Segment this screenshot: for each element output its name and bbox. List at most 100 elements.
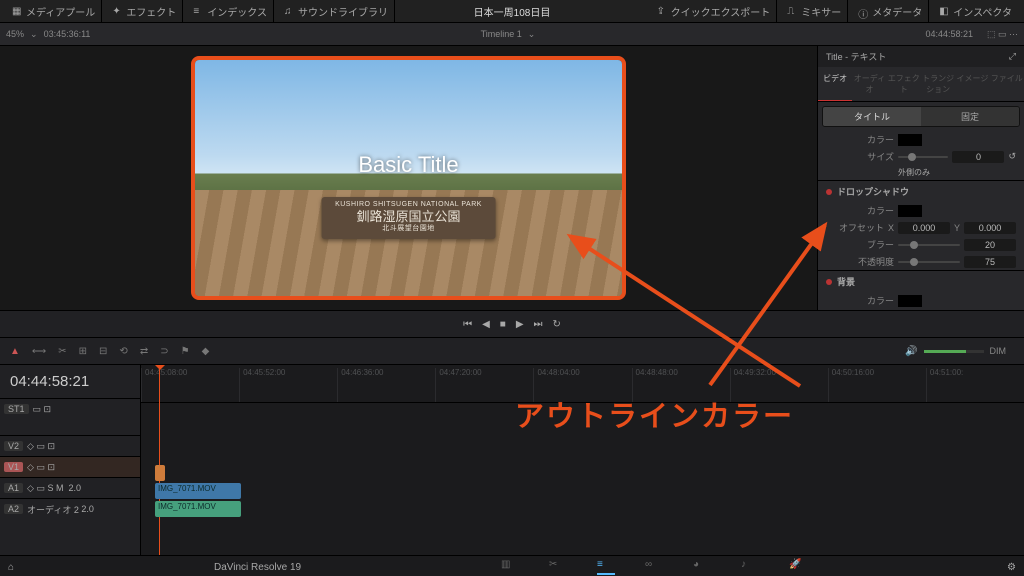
speaker-icon[interactable]: 🔊 bbox=[905, 346, 917, 357]
track-a1[interactable]: A1◇ ▭ S M 2.0 bbox=[0, 477, 140, 498]
step-back-icon[interactable]: ◀ bbox=[482, 319, 490, 330]
flag-icon[interactable]: ⚑ bbox=[181, 346, 190, 357]
expand-icon[interactable]: ⤢ bbox=[1009, 51, 1016, 62]
quickexport-button[interactable]: ⇪クイックエクスポート bbox=[651, 0, 778, 22]
transport-bar: ⏮ ◀ ■ ▶ ⏭ ↻ bbox=[0, 310, 1024, 338]
project-title: 日本一周108日目 bbox=[474, 4, 551, 19]
mixer-button[interactable]: ⎍ミキサー bbox=[781, 0, 848, 22]
metadata-button[interactable]: ⓘメタデータ bbox=[852, 0, 929, 22]
overwrite-icon[interactable]: ⊟ bbox=[99, 346, 107, 357]
loop-icon[interactable]: ↻ bbox=[553, 319, 561, 330]
annotation-label: アウトラインカラー bbox=[515, 393, 794, 435]
dim-button[interactable]: DIM bbox=[990, 346, 1007, 356]
outline-only-label: 外側のみ bbox=[898, 167, 930, 178]
preview-viewer[interactable]: Basic Title KUSHIRO SHITSUGEN NATIONAL P… bbox=[0, 46, 817, 310]
color-page-icon[interactable]: ◕ bbox=[693, 559, 711, 573]
arrow-tool-icon[interactable]: ▲ bbox=[10, 346, 20, 357]
stop-icon[interactable]: ■ bbox=[500, 319, 506, 330]
preview-frame: Basic Title KUSHIRO SHITSUGEN NATIONAL P… bbox=[191, 56, 626, 300]
inspector-icon: ◧ bbox=[939, 6, 949, 16]
tab-audio[interactable]: オーディオ bbox=[852, 67, 886, 101]
home-icon[interactable]: ⌂ bbox=[8, 562, 14, 573]
go-start-icon[interactable]: ⏮ bbox=[463, 319, 472, 330]
blade-tool-icon[interactable]: ✂ bbox=[58, 346, 66, 357]
fusion-page-icon[interactable]: ∞ bbox=[645, 559, 663, 573]
title-overlay: Basic Title bbox=[358, 152, 458, 178]
playhead[interactable] bbox=[159, 365, 160, 555]
step-fwd-icon[interactable]: ⏭ bbox=[534, 319, 543, 330]
track-a2[interactable]: A2オーディオ 2 2.0 bbox=[0, 498, 140, 519]
fairlight-page-icon[interactable]: ♪ bbox=[741, 559, 759, 573]
track-v1[interactable]: V1◇ ▭ ⊡ bbox=[0, 456, 140, 477]
size-slider[interactable] bbox=[898, 156, 948, 158]
insert-icon[interactable]: ⊞ bbox=[79, 346, 87, 357]
index-icon: ≡ bbox=[193, 6, 203, 16]
size-value[interactable]: 0 bbox=[952, 151, 1004, 163]
marker-icon[interactable]: ◆ bbox=[202, 346, 210, 357]
magnet-icon[interactable]: ⊃ bbox=[160, 346, 168, 357]
mediapool-icon: ▦ bbox=[12, 6, 22, 16]
park-sign: KUSHIRO SHITSUGEN NATIONAL PARK 釧路湿原国立公園… bbox=[321, 197, 496, 239]
mediapool-button[interactable]: ▦メディアプール bbox=[6, 0, 102, 22]
timecode[interactable]: 04:44:58:21 bbox=[0, 365, 140, 398]
zoom-level[interactable]: 45% bbox=[6, 29, 24, 39]
settings-icon[interactable]: ⚙ bbox=[1007, 562, 1016, 573]
cut-page-icon[interactable]: ✂ bbox=[549, 559, 567, 573]
tab-file[interactable]: ファイル bbox=[990, 67, 1024, 101]
top-toolbar: ▦メディアプール ✦エフェクト ≡インデックス ♫サウンドライブラリ 日本一周1… bbox=[0, 0, 1024, 23]
page-switcher: ▥ ✂ ≡ ∞ ◕ ♪ 🚀 bbox=[501, 559, 807, 575]
source-timecode: 03:45:36:11 bbox=[44, 29, 91, 39]
bg-color-swatch[interactable] bbox=[898, 295, 922, 307]
ds-color-swatch[interactable] bbox=[898, 205, 922, 217]
mixer-icon: ⎍ bbox=[787, 6, 797, 16]
color-swatch[interactable] bbox=[898, 134, 922, 146]
play-icon[interactable]: ▶ bbox=[516, 319, 524, 330]
link-icon[interactable]: ⇄ bbox=[140, 346, 148, 357]
trim-tool-icon[interactable]: ⟷ bbox=[32, 346, 46, 357]
background-section[interactable]: 背景 bbox=[837, 275, 855, 288]
inspector-panel: Title - テキスト⤢ ビデオ オーディオ エフェクト トランジション イメ… bbox=[817, 46, 1024, 310]
inspector-button[interactable]: ◧インスペクタ bbox=[933, 0, 1018, 22]
offset-x[interactable]: 0.000 bbox=[898, 222, 950, 234]
tab-image[interactable]: イメージ bbox=[955, 67, 989, 101]
track-st1[interactable]: ST1▭ ⊡ bbox=[0, 398, 140, 419]
tab-effects[interactable]: エフェクト bbox=[887, 67, 921, 101]
effects-button[interactable]: ✦エフェクト bbox=[106, 0, 183, 22]
inspector-tabs: ビデオ オーディオ エフェクト トランジション イメージ ファイル bbox=[818, 67, 1024, 102]
video-clip[interactable]: IMG_7071.MOV bbox=[155, 483, 241, 499]
subtab-settings[interactable]: 固定 bbox=[921, 107, 1019, 126]
opacity-slider[interactable] bbox=[898, 261, 960, 263]
timeline-name[interactable]: Timeline 1 bbox=[481, 29, 522, 39]
sound-icon: ♫ bbox=[284, 6, 294, 16]
blur-slider[interactable] bbox=[898, 244, 960, 246]
reset-icon[interactable]: ↺ bbox=[1008, 151, 1016, 162]
soundlib-button[interactable]: ♫サウンドライブラリ bbox=[278, 0, 395, 22]
blur-label: ブラー bbox=[826, 238, 894, 251]
effects-icon: ✦ bbox=[112, 6, 122, 16]
volume-slider[interactable] bbox=[924, 350, 984, 353]
blur-value[interactable]: 20 bbox=[964, 239, 1016, 251]
ds-color-label: カラー bbox=[826, 204, 894, 217]
bottom-bar: ⌂ DaVinci Resolve 19 ▥ ✂ ≡ ∞ ◕ ♪ 🚀 ⚙ bbox=[0, 555, 1024, 576]
color-label: カラー bbox=[826, 133, 894, 146]
size-label: サイズ bbox=[826, 150, 894, 163]
tab-video[interactable]: ビデオ bbox=[818, 67, 852, 101]
opacity-value[interactable]: 75 bbox=[964, 256, 1016, 268]
app-name: DaVinci Resolve 19 bbox=[214, 562, 301, 573]
bg-color-label: カラー bbox=[826, 294, 894, 307]
subtab-title[interactable]: タイトル bbox=[823, 107, 921, 126]
edit-page-icon[interactable]: ≡ bbox=[597, 559, 615, 575]
deliver-page-icon[interactable]: 🚀 bbox=[789, 559, 807, 573]
audio-clip[interactable]: IMG_7071.MOV bbox=[155, 501, 241, 517]
tab-transition[interactable]: トランジション bbox=[921, 67, 955, 101]
record-timecode: 04:44:58:21 bbox=[925, 29, 973, 39]
track-v2[interactable]: V2◇ ▭ ⊡ bbox=[0, 435, 140, 456]
dropshadow-section[interactable]: ドロップシャドウ bbox=[837, 185, 909, 198]
edit-toolbar: ▲ ⟷ ✂ ⊞ ⊟ ⟲ ⇄ ⊃ ⚑ ◆ 🔊 DIM bbox=[0, 338, 1024, 365]
offset-y[interactable]: 0.000 bbox=[964, 222, 1016, 234]
replace-icon[interactable]: ⟲ bbox=[119, 346, 127, 357]
title-clip[interactable] bbox=[155, 465, 165, 481]
index-button[interactable]: ≡インデックス bbox=[187, 0, 274, 22]
opacity-label: 不透明度 bbox=[826, 255, 894, 268]
media-page-icon[interactable]: ▥ bbox=[501, 559, 519, 573]
